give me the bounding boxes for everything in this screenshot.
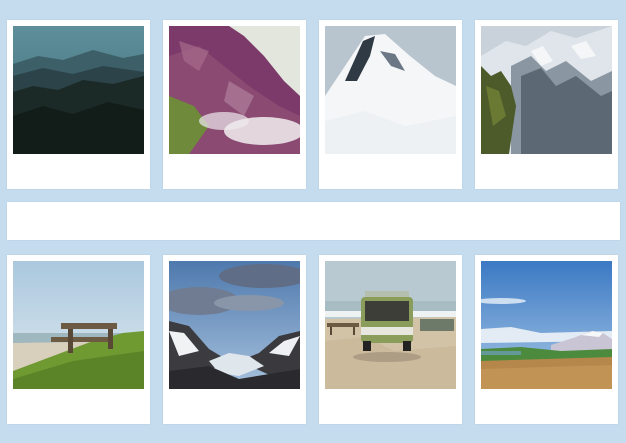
polaroid-card-3[interactable] <box>319 20 462 189</box>
photo-coastal-hills-mountain[interactable] <box>481 261 612 389</box>
photo-purple-cliff[interactable] <box>169 26 300 154</box>
photo-snowy-peak[interactable] <box>325 26 456 154</box>
polaroid-card-4[interactable] <box>475 20 618 189</box>
banner-strip <box>7 202 620 240</box>
polaroid-card-1[interactable] <box>7 20 150 189</box>
polaroid-card-7[interactable] <box>319 255 462 424</box>
polaroid-card-5[interactable] <box>7 255 150 424</box>
polaroid-card-2[interactable] <box>163 20 306 189</box>
photo-camper-van-beach[interactable] <box>325 261 456 389</box>
photo-glacier-valley[interactable] <box>169 261 300 389</box>
photo-bench-coast[interactable] <box>13 261 144 389</box>
polaroid-card-8[interactable] <box>475 255 618 424</box>
polaroid-card-6[interactable] <box>163 255 306 424</box>
photo-misty-forest[interactable] <box>13 26 144 154</box>
photo-alpine-ridge[interactable] <box>481 26 612 154</box>
